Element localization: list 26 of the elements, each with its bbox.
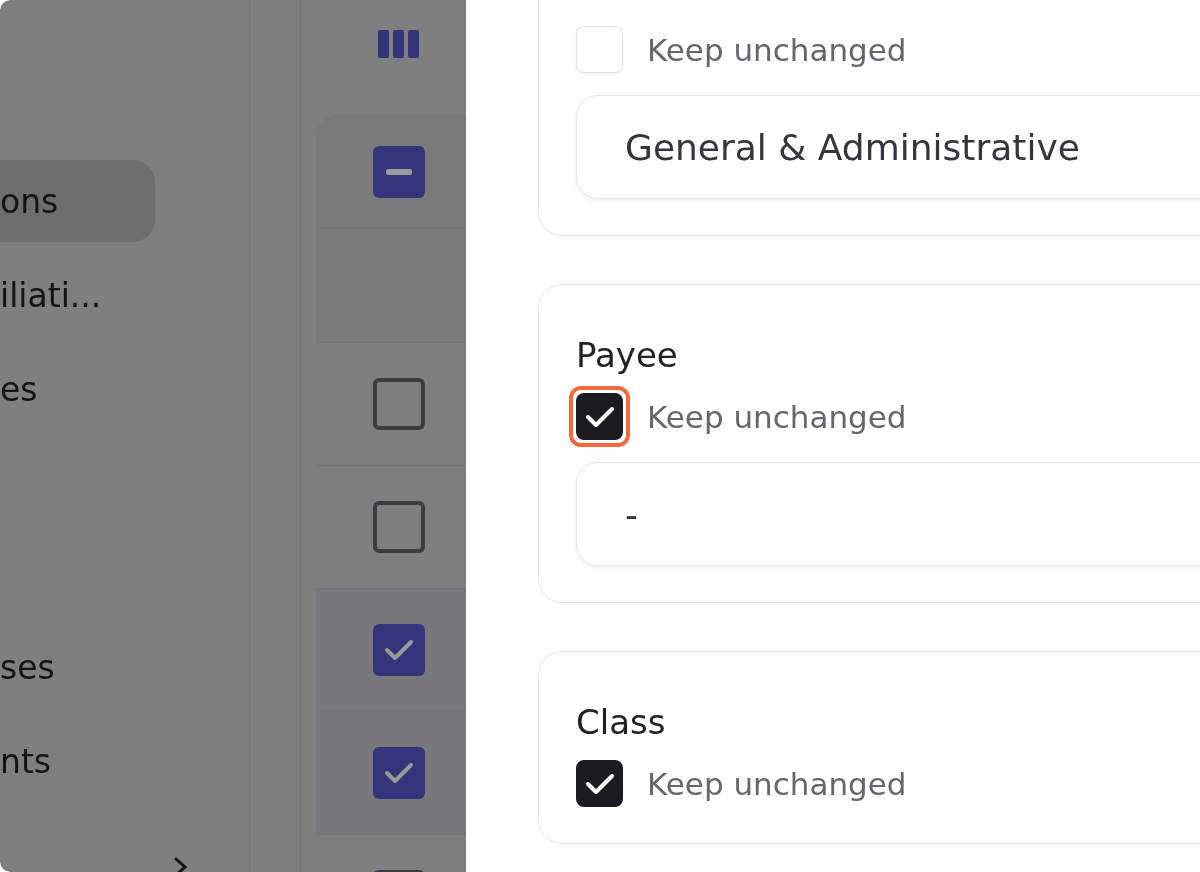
select-all-checkbox[interactable] bbox=[373, 145, 425, 198]
field-title: Class bbox=[576, 702, 667, 742]
checkmark-icon bbox=[384, 638, 414, 662]
sidebar-item[interactable]: es bbox=[0, 348, 155, 430]
checkbox-label: Keep unchanged bbox=[647, 765, 907, 802]
checkmark-icon bbox=[584, 404, 615, 429]
dash-icon bbox=[386, 168, 412, 175]
row-checkbox[interactable] bbox=[373, 501, 425, 553]
checkbox-label: Keep unchanged bbox=[647, 398, 907, 435]
checkmark-icon bbox=[584, 771, 615, 796]
row-checkbox[interactable] bbox=[373, 747, 425, 799]
sidebar-item[interactable]: iliati... bbox=[0, 254, 155, 336]
field-title: Payee bbox=[576, 335, 679, 375]
sidebar-item[interactable]: ons bbox=[0, 160, 155, 242]
checkbox-label: Keep unchanged bbox=[647, 31, 907, 68]
row-checkbox[interactable] bbox=[373, 378, 425, 430]
sidebar-item[interactable]: nts bbox=[0, 720, 155, 802]
keep-unchanged-checkbox[interactable] bbox=[576, 760, 623, 807]
sidebar-item[interactable]: ses bbox=[0, 626, 155, 708]
row-checkbox[interactable] bbox=[373, 624, 425, 676]
columns-icon[interactable] bbox=[378, 30, 420, 58]
checkmark-icon bbox=[384, 761, 414, 785]
select-field[interactable]: - bbox=[576, 462, 1200, 566]
keep-unchanged-checkbox[interactable] bbox=[576, 393, 623, 440]
keep-unchanged-checkbox[interactable] bbox=[576, 26, 623, 73]
select-field[interactable]: General & Administrative bbox=[576, 95, 1200, 199]
